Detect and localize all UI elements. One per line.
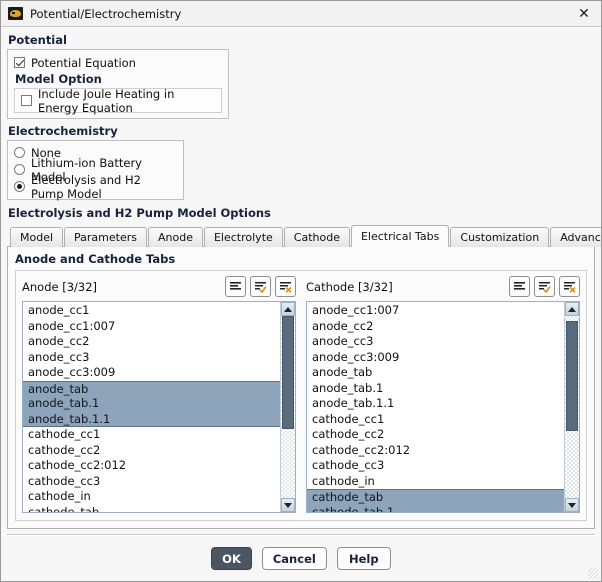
electrochemistry-group-label: Electrochemistry [8,124,118,138]
list-item[interactable]: cathode_in [307,474,564,490]
lists-row: Anode [3/32] anode_cc1 anode_cc1:007 ano… [22,276,580,513]
list-item[interactable]: anode_cc3 [23,350,280,366]
potential-equation-label: Potential Equation [31,55,136,70]
electrochemistry-group: None Lithium-ion Battery Model Electroly… [7,140,184,201]
cathode-list-label: Cathode [3/32] [306,279,393,294]
electrical-tabs-panel: Anode and Cathode Tabs Anode [3/32] anod… [7,247,595,529]
tab-electrical-tabs[interactable]: Electrical Tabs [350,225,450,247]
tab-electrolyte[interactable]: Electrolyte [203,227,283,247]
cancel-button[interactable]: Cancel [261,547,327,570]
anode-column: Anode [3/32] anode_cc1 anode_cc1:007 ano… [22,276,296,513]
dialog-footer: OK Cancel Help [1,535,601,581]
list-item[interactable]: anode_tab.1.1 [23,411,280,427]
list-item[interactable]: cathode_tab [23,505,280,513]
scroll-up-icon[interactable] [565,302,579,316]
list-item[interactable]: cathode_cc1 [307,412,564,428]
list-item[interactable]: anode_tab.1 [23,396,280,412]
radio-electrolysis-h2-pump-model-label: Electrolysis and H2 Pump Model [31,172,141,201]
title-bar: Potential/Electrochemistry ✕ [1,1,601,27]
potential-group: Potential Equation Model Option Include … [7,49,229,119]
tab-parameters[interactable]: Parameters [64,227,147,247]
list-item[interactable]: cathode_tab [307,489,564,505]
list-item[interactable]: cathode_cc1 [23,427,280,443]
fluent-app-icon [8,7,23,20]
list-item[interactable]: cathode_cc2 [307,427,564,443]
scroll-up-icon[interactable] [281,302,295,316]
anode-list-select-all-icon[interactable] [250,276,271,297]
list-item[interactable]: cathode_in [23,489,280,505]
dialog-body: Potential Potential Equation Model Optio… [1,27,601,535]
radio-electrolysis-h2-pump-model[interactable] [14,181,25,192]
anode-cathode-lists-box: Anode [3/32] anode_cc1 anode_cc1:007 ano… [15,270,587,521]
anode-list-items[interactable]: anode_cc1 anode_cc1:007 anode_cc2 anode_… [23,302,280,512]
tab-advanced[interactable]: Advanced [550,227,601,247]
list-item[interactable]: cathode_tab.1 [307,504,564,512]
list-item[interactable]: anode_cc1:007 [23,319,280,335]
list-item[interactable]: anode_tab.1.1 [307,396,564,412]
close-icon[interactable]: ✕ [571,3,597,25]
model-option-label: Model Option [15,72,102,86]
potential-electrochemistry-dialog: Potential/Electrochemistry ✕ Potential P… [0,0,602,582]
tab-cathode[interactable]: Cathode [283,227,350,247]
anode-list-icon[interactable] [225,276,246,297]
cathode-list-header: Cathode [3/32] [306,276,580,297]
tab-model[interactable]: Model [10,227,64,247]
list-item[interactable]: anode_cc1:007 [307,303,564,319]
ok-button[interactable]: OK [211,547,252,570]
list-item[interactable]: anode_cc2 [307,319,564,335]
list-item[interactable]: anode_cc3:009 [307,350,564,366]
joule-heating-label: Include Joule Heating in Energy Equation [38,86,175,115]
anode-list-header: Anode [3/32] [22,276,296,297]
list-item[interactable]: anode_cc2 [23,334,280,350]
list-item[interactable]: cathode_cc3 [307,458,564,474]
cathode-list-deselect-all-icon[interactable] [559,276,580,297]
cathode-list-icon[interactable] [509,276,530,297]
anode-listbox[interactable]: anode_cc1 anode_cc1:007 anode_cc2 anode_… [22,301,296,513]
potential-equation-checkbox[interactable] [14,57,25,68]
list-item[interactable]: anode_cc3:009 [23,365,280,381]
scroll-down-icon[interactable] [281,498,295,512]
list-item[interactable]: cathode_cc2 [23,443,280,459]
scroll-down-icon[interactable] [565,498,579,512]
model-option-box: Include Joule Heating in Energy Equation [14,87,222,115]
panel-title: Anode and Cathode Tabs [15,252,176,266]
cathode-scroll-thumb[interactable] [566,321,578,431]
joule-heating-checkbox-row[interactable]: Include Joule Heating in Energy Equation [21,87,215,115]
list-item[interactable]: anode_tab [307,365,564,381]
cathode-list-scrollbar[interactable] [564,302,579,512]
list-item[interactable]: cathode_cc3 [23,474,280,490]
cathode-column: Cathode [3/32] anode_cc1:007 anode_cc2 a… [306,276,580,513]
resize-grip[interactable] [588,568,599,579]
anode-scroll-thumb[interactable] [282,316,294,429]
list-item[interactable]: cathode_cc2:012 [307,443,564,459]
list-item[interactable]: anode_tab.1 [307,381,564,397]
radio-row-electrolysis-h2-pump-model[interactable]: Electrolysis and H2 Pump Model [14,173,177,201]
anode-list-scrollbar[interactable] [280,302,295,512]
potential-equation-checkbox-row[interactable]: Potential Equation [14,54,222,71]
model-options-group-label: Electrolysis and H2 Pump Model Options [8,206,271,220]
cathode-scroll-track[interactable] [565,316,579,498]
cathode-list-items[interactable]: anode_cc1:007 anode_cc2 anode_cc3 anode_… [307,302,564,512]
list-item[interactable]: cathode_cc2:012 [23,458,280,474]
help-button[interactable]: Help [336,547,391,570]
list-item[interactable]: anode_cc1 [23,303,280,319]
tab-customization[interactable]: Customization [450,227,550,247]
window-title: Potential/Electrochemistry [30,6,182,21]
anode-list-deselect-all-icon[interactable] [275,276,296,297]
list-item[interactable]: anode_tab [23,380,280,396]
anode-list-label: Anode [3/32] [22,279,98,294]
tab-anode[interactable]: Anode [148,227,203,247]
radio-none[interactable] [14,147,25,158]
anode-scroll-track[interactable] [281,316,295,498]
cathode-listbox[interactable]: anode_cc1:007 anode_cc2 anode_cc3 anode_… [306,301,580,513]
cathode-list-select-all-icon[interactable] [534,276,555,297]
joule-heating-checkbox[interactable] [21,95,32,106]
list-item[interactable]: anode_cc3 [307,334,564,350]
model-options-tabstrip: Model Parameters Anode Electrolyte Catho… [7,225,601,247]
radio-lithium-ion-battery-model[interactable] [14,164,25,175]
potential-group-label: Potential [8,33,67,47]
